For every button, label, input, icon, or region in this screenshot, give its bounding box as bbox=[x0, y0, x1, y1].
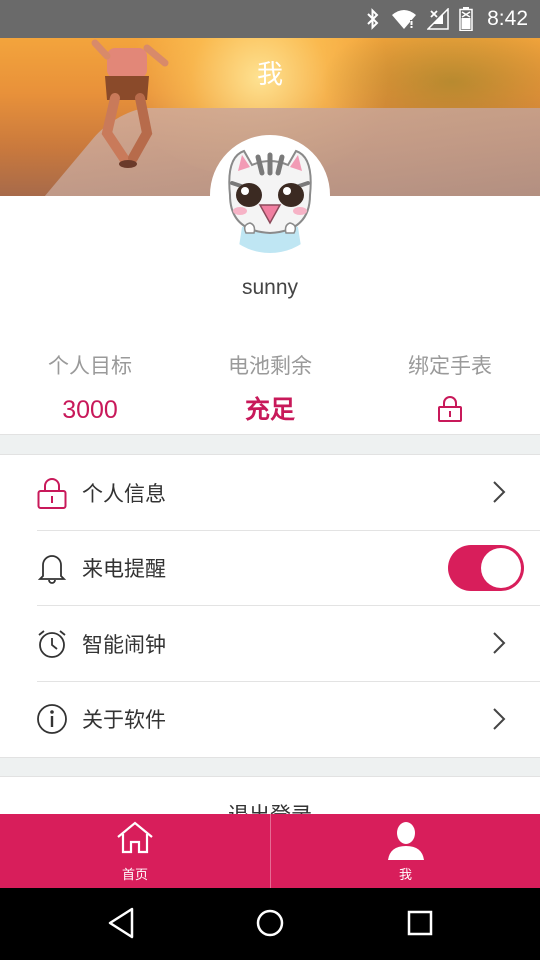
bottom-tab-bar: 首页 我 bbox=[0, 814, 540, 888]
info-icon bbox=[36, 703, 68, 735]
lock-icon bbox=[36, 477, 68, 509]
tab-home-label: 首页 bbox=[121, 868, 148, 883]
section-gap bbox=[0, 757, 540, 777]
stats-row: 个人目标 3000 电池剩余 充足 绑定手表 bbox=[0, 348, 540, 434]
person-icon bbox=[271, 820, 540, 860]
chevron-right-icon bbox=[492, 480, 506, 508]
menu-item-personal-info[interactable]: 个人信息 bbox=[0, 455, 540, 531]
tab-me-label: 我 bbox=[398, 868, 412, 883]
menu-item-label: 来电提醒 bbox=[82, 557, 166, 582]
avatar[interactable] bbox=[210, 135, 330, 255]
bell-icon bbox=[36, 552, 68, 585]
home-circle-icon[interactable] bbox=[255, 906, 285, 944]
chevron-right-icon bbox=[492, 707, 506, 735]
tab-me[interactable]: 我 bbox=[270, 814, 540, 888]
recents-icon[interactable] bbox=[406, 906, 436, 944]
home-icon bbox=[0, 820, 270, 854]
lock-icon bbox=[437, 396, 463, 426]
logout-label: 退出登录 bbox=[228, 799, 312, 814]
chevron-right-icon bbox=[492, 631, 506, 659]
menu-item-call-reminder: 来电提醒 bbox=[0, 531, 540, 606]
menu-item-label: 智能闹钟 bbox=[82, 632, 166, 657]
menu-item-about[interactable]: 关于软件 bbox=[0, 682, 540, 758]
stat-goal-label: 个人目标 bbox=[48, 354, 132, 378]
signal-icon bbox=[427, 8, 449, 30]
stat-battery: 电池剩余 充足 bbox=[180, 348, 360, 434]
tab-home[interactable]: 首页 bbox=[0, 814, 270, 888]
stat-battery-value: 充足 bbox=[244, 395, 295, 424]
bluetooth-icon bbox=[365, 8, 381, 30]
cat-avatar-image bbox=[212, 137, 328, 253]
status-bar: 8:42 bbox=[0, 0, 540, 38]
menu-item-label: 个人信息 bbox=[82, 481, 166, 506]
stat-goal[interactable]: 个人目标 3000 bbox=[0, 348, 180, 434]
toggle-knob bbox=[481, 547, 521, 588]
settings-menu: 个人信息 来电提醒 智能闹钟 关于软件 bbox=[0, 455, 540, 757]
menu-item-smart-alarm[interactable]: 智能闹钟 bbox=[0, 606, 540, 682]
stat-bind-watch[interactable]: 绑定手表 bbox=[360, 348, 540, 434]
status-icons: 8:42 bbox=[365, 0, 528, 38]
logout-button[interactable]: 退出登录 bbox=[0, 777, 540, 814]
battery-icon bbox=[459, 7, 473, 31]
stat-goal-value: 3000 bbox=[62, 396, 118, 424]
call-reminder-toggle[interactable] bbox=[448, 544, 524, 591]
status-time: 8:42 bbox=[487, 7, 528, 30]
back-icon[interactable] bbox=[106, 906, 136, 944]
system-nav-bar bbox=[0, 888, 540, 960]
page-title: 我 bbox=[256, 60, 283, 90]
stat-battery-label: 电池剩余 bbox=[228, 354, 312, 378]
menu-item-label: 关于软件 bbox=[82, 708, 166, 733]
username: sunny bbox=[241, 276, 299, 299]
alarm-clock-icon bbox=[36, 628, 68, 660]
stat-bind-watch-label: 绑定手表 bbox=[408, 354, 492, 378]
wifi-icon bbox=[391, 8, 417, 30]
section-gap bbox=[0, 434, 540, 455]
